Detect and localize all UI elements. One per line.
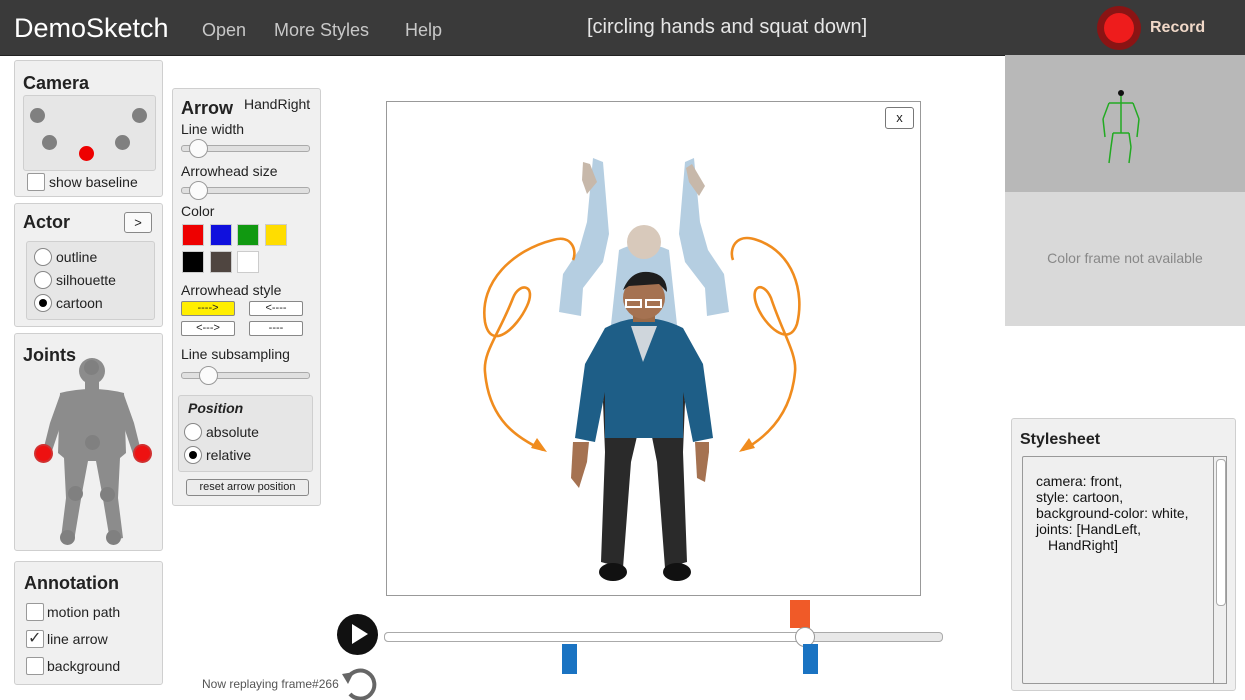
arrow-title: Arrow: [181, 98, 234, 118]
joint-hand-left[interactable]: [36, 446, 51, 461]
line-subsampling-slider-knob[interactable]: [199, 366, 218, 385]
background-checkbox[interactable]: [26, 657, 44, 675]
line-arrow-checkbox[interactable]: [26, 628, 44, 648]
record-label[interactable]: Record: [1150, 19, 1205, 37]
color-swatch-brown[interactable]: [210, 251, 232, 273]
color-swatch-red[interactable]: [182, 224, 204, 246]
right-arrowhead-icon: [739, 438, 755, 452]
start-marker[interactable]: [562, 644, 577, 674]
line-arrow-label: line arrow: [47, 631, 108, 647]
position-label: Position: [188, 400, 244, 416]
timeline-track[interactable]: [384, 632, 943, 642]
actor-outline-label: outline: [56, 249, 98, 265]
skeleton-preview: [1005, 55, 1245, 192]
playback-status: Now replaying frame#266: [202, 677, 339, 691]
left-arrowhead-icon: [531, 438, 547, 452]
actor-cartoon-radio[interactable]: [34, 294, 52, 312]
actor-silhouette-label: silhouette: [56, 272, 116, 288]
arrowhead-style-none[interactable]: ----: [249, 321, 303, 336]
joint-head[interactable]: [84, 360, 99, 375]
position-absolute-radio[interactable]: [184, 423, 202, 441]
menu-open[interactable]: Open: [202, 20, 246, 41]
joint-foot-right[interactable]: [106, 530, 121, 545]
actor-silhouette-radio[interactable]: [34, 271, 52, 289]
app-title: DemoSketch: [14, 13, 169, 43]
stylesheet-scrollbar[interactable]: [1213, 456, 1227, 684]
motion-path-checkbox[interactable]: [26, 603, 44, 621]
camera-position-right[interactable]: [115, 135, 130, 150]
motion-path-label: motion path: [47, 604, 121, 620]
close-canvas-button[interactable]: x: [885, 107, 914, 129]
joint-knee-right[interactable]: [100, 487, 115, 502]
stylesheet-line: style: cartoon,: [1036, 489, 1124, 505]
joint-hand-right[interactable]: [135, 446, 150, 461]
color-swatch-green[interactable]: [237, 224, 259, 246]
position-absolute-label: absolute: [206, 424, 259, 440]
record-icon[interactable]: [1097, 6, 1141, 50]
actor-title: Actor: [23, 212, 71, 232]
top-bar: DemoSketch Open More Styles Help [circli…: [0, 0, 1245, 56]
end-marker[interactable]: [803, 644, 818, 674]
cartoon-figure: [571, 271, 713, 581]
stylesheet-line: background-color: white,: [1036, 505, 1189, 521]
camera-position-back-left[interactable]: [30, 108, 45, 123]
current-marker[interactable]: [790, 600, 810, 628]
color-swatch-black[interactable]: [182, 251, 204, 273]
arrowhead-style-backward[interactable]: <----: [249, 301, 303, 316]
stylesheet-line: HandRight]: [1048, 537, 1119, 553]
menu-more-styles[interactable]: More Styles: [274, 20, 369, 41]
color-swatch-white[interactable]: [237, 251, 259, 273]
arrowhead-style-both[interactable]: <--->: [181, 321, 235, 336]
timeline-fill: [385, 633, 803, 641]
arrowhead-style-forward[interactable]: ---->: [181, 301, 235, 316]
color-swatch-blue[interactable]: [210, 224, 232, 246]
color-frame-unavailable: Color frame not available: [1047, 250, 1203, 266]
camera-position-front[interactable]: [79, 146, 94, 161]
color-label: Color: [181, 203, 215, 219]
line-width-slider-knob[interactable]: [189, 139, 208, 158]
show-baseline-checkbox[interactable]: [27, 173, 45, 191]
camera-title: Camera: [23, 73, 90, 93]
joint-foot-left[interactable]: [60, 530, 75, 545]
stylesheet-scroll-thumb[interactable]: [1216, 459, 1226, 606]
actor-next-button[interactable]: >: [124, 212, 152, 233]
ghost-head: [627, 225, 661, 259]
position-relative-label: relative: [206, 447, 252, 463]
actor-outline-radio[interactable]: [34, 248, 52, 266]
arrow-joint-name: HandRight: [244, 96, 311, 112]
stylesheet-line: camera: front,: [1036, 473, 1123, 489]
show-baseline-label: show baseline: [49, 174, 138, 190]
actor-cartoon-label: cartoon: [56, 295, 103, 311]
stylesheet-title: Stylesheet: [1020, 431, 1101, 448]
camera-position-left[interactable]: [42, 135, 57, 150]
main-canvas: [386, 101, 921, 596]
motion-visualization: [483, 158, 801, 581]
joint-knee-left[interactable]: [68, 486, 83, 501]
background-label: background: [47, 658, 121, 674]
play-button[interactable]: [337, 614, 378, 655]
line-subsampling-label: Line subsampling: [181, 346, 290, 362]
joint-spine[interactable]: [85, 435, 100, 450]
position-relative-radio[interactable]: [184, 446, 202, 464]
reset-arrow-position-button[interactable]: reset arrow position: [186, 479, 309, 496]
stylesheet-line: joints: [HandLeft,: [1036, 521, 1142, 537]
annotation-title: Annotation: [24, 573, 119, 593]
replay-icon[interactable]: [340, 664, 378, 700]
arrowhead-size-slider-knob[interactable]: [189, 181, 208, 200]
color-swatch-yellow[interactable]: [265, 224, 287, 246]
arrowhead-size-label: Arrowhead size: [181, 163, 278, 179]
arrowhead-style-label: Arrowhead style: [181, 282, 282, 298]
line-width-label: Line width: [181, 121, 245, 137]
motion-caption: [circling hands and squat down]: [587, 16, 868, 38]
skeleton-icon: [1102, 90, 1140, 164]
stylesheet-editor[interactable]: camera: front, style: cartoon, backgroun…: [1022, 456, 1216, 684]
camera-position-back-right[interactable]: [132, 108, 147, 123]
menu-help[interactable]: Help: [405, 20, 442, 41]
